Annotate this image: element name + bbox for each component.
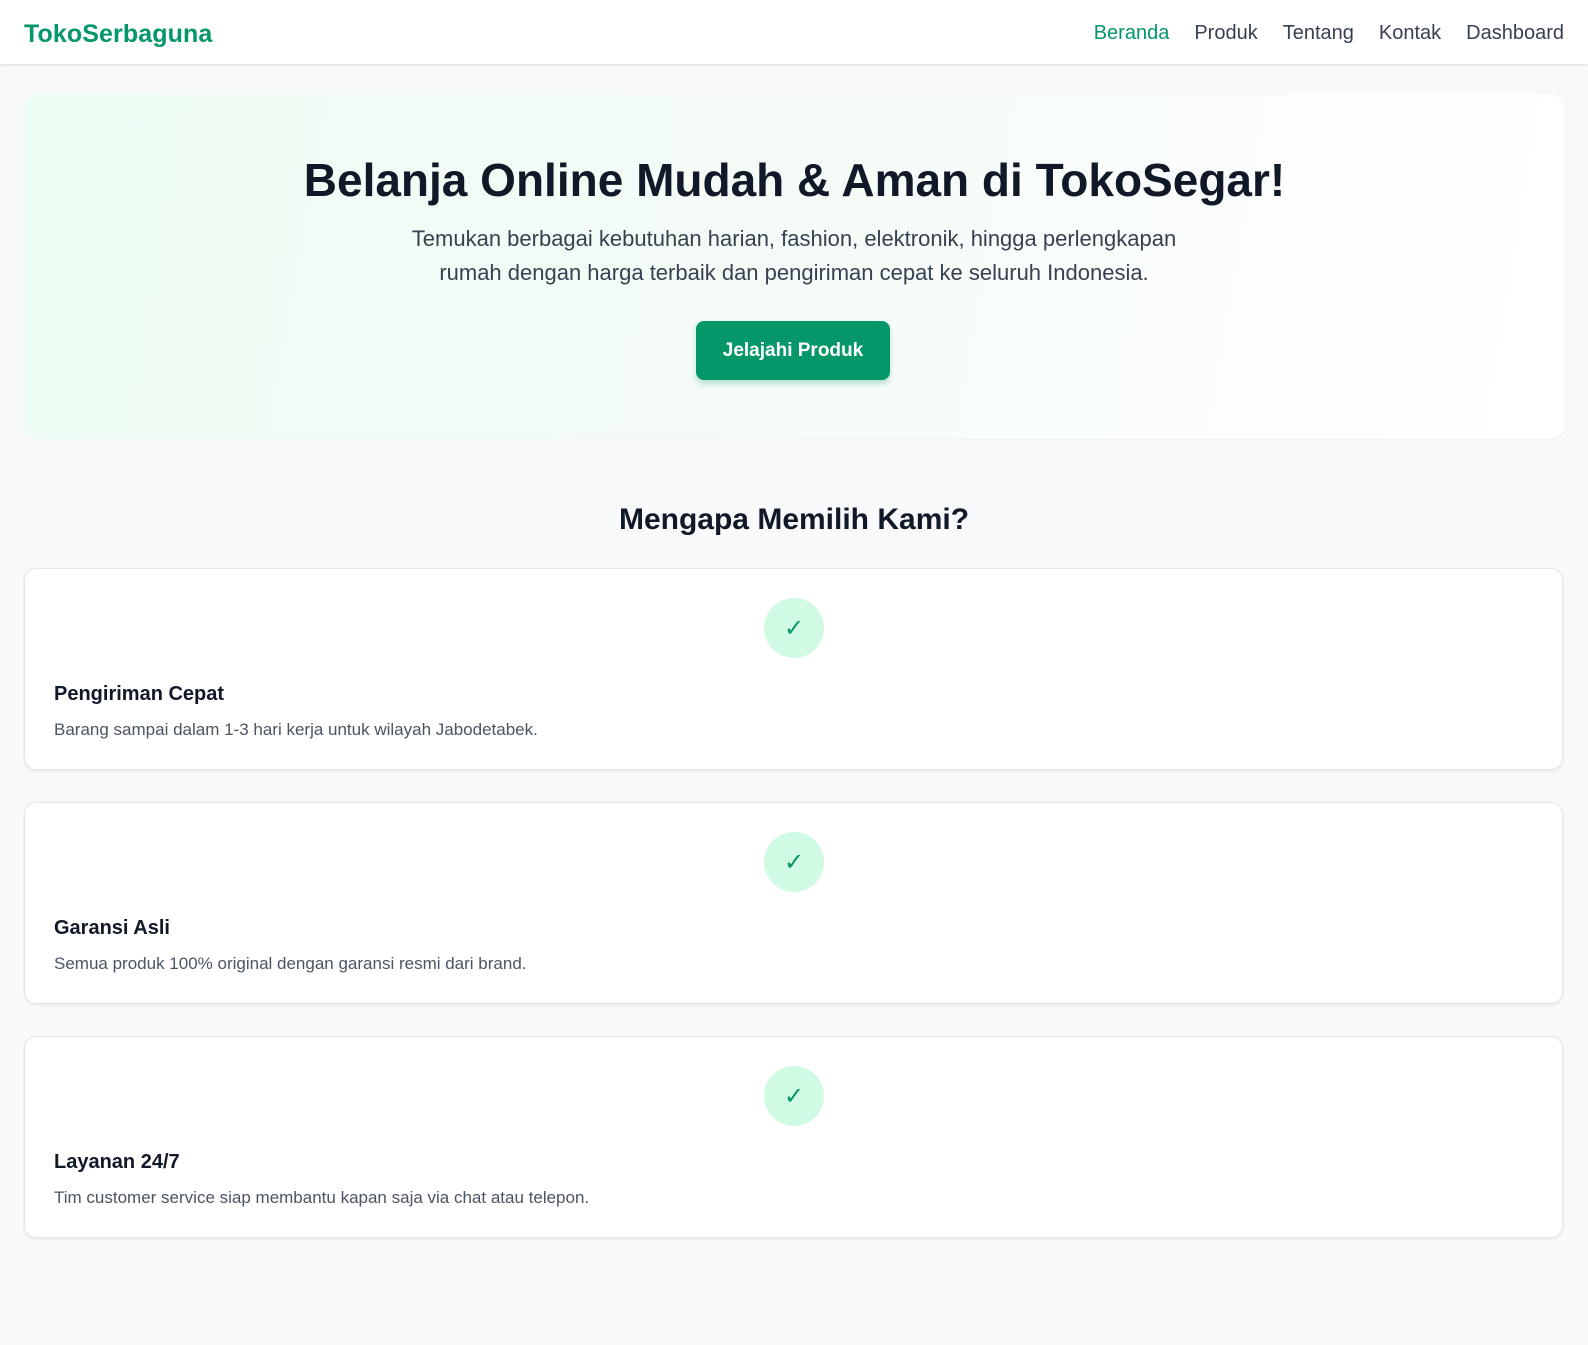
check-icon: ✓ — [764, 598, 824, 658]
nav-link-produk[interactable]: Produk — [1194, 19, 1257, 47]
feature-card-garansi-asli: ✓ Garansi Asli Semua produk 100% origina… — [24, 802, 1563, 1004]
nav-link-beranda[interactable]: Beranda — [1094, 19, 1170, 47]
feature-card-pengiriman-cepat: ✓ Pengiriman Cepat Barang sampai dalam 1… — [24, 568, 1563, 770]
feature-description: Tim customer service siap membantu kapan… — [54, 1188, 590, 1207]
feature-title: Pengiriman Cepat — [54, 683, 225, 705]
features-title: Mengapa Memilih Kami? — [618, 503, 970, 536]
feature-title: Layanan 24/7 — [54, 1151, 180, 1173]
nav-menu: Beranda Produk Tentang Kontak Dashboard — [1094, 19, 1564, 47]
explore-products-button[interactable]: Jelajahi Produk — [696, 321, 890, 380]
feature-description: Barang sampai dalam 1-3 hari kerja untuk… — [54, 720, 538, 739]
feature-title: Garansi Asli — [54, 917, 170, 939]
check-icon: ✓ — [764, 832, 824, 892]
hero-title: Belanja Online Mudah & Aman di TokoSegar… — [303, 154, 1286, 206]
top-navbar: TokoSerbaguna Beranda Produk Tentang Kon… — [0, 0, 1588, 64]
hero-section: Belanja Online Mudah & Aman di TokoSegar… — [24, 94, 1565, 439]
feature-card-layanan-24-7: ✓ Layanan 24/7 Tim customer service siap… — [24, 1036, 1563, 1238]
hero-description: Temukan berbagai kebutuhan harian, fashi… — [411, 226, 1177, 285]
nav-link-dashboard[interactable]: Dashboard — [1466, 19, 1564, 47]
check-icon: ✓ — [764, 1066, 824, 1126]
feature-description: Semua produk 100% original dengan garans… — [54, 954, 527, 973]
nav-link-kontak[interactable]: Kontak — [1379, 19, 1441, 47]
brand-logo[interactable]: TokoSerbaguna — [24, 17, 212, 51]
nav-link-tentang[interactable]: Tentang — [1283, 19, 1354, 47]
